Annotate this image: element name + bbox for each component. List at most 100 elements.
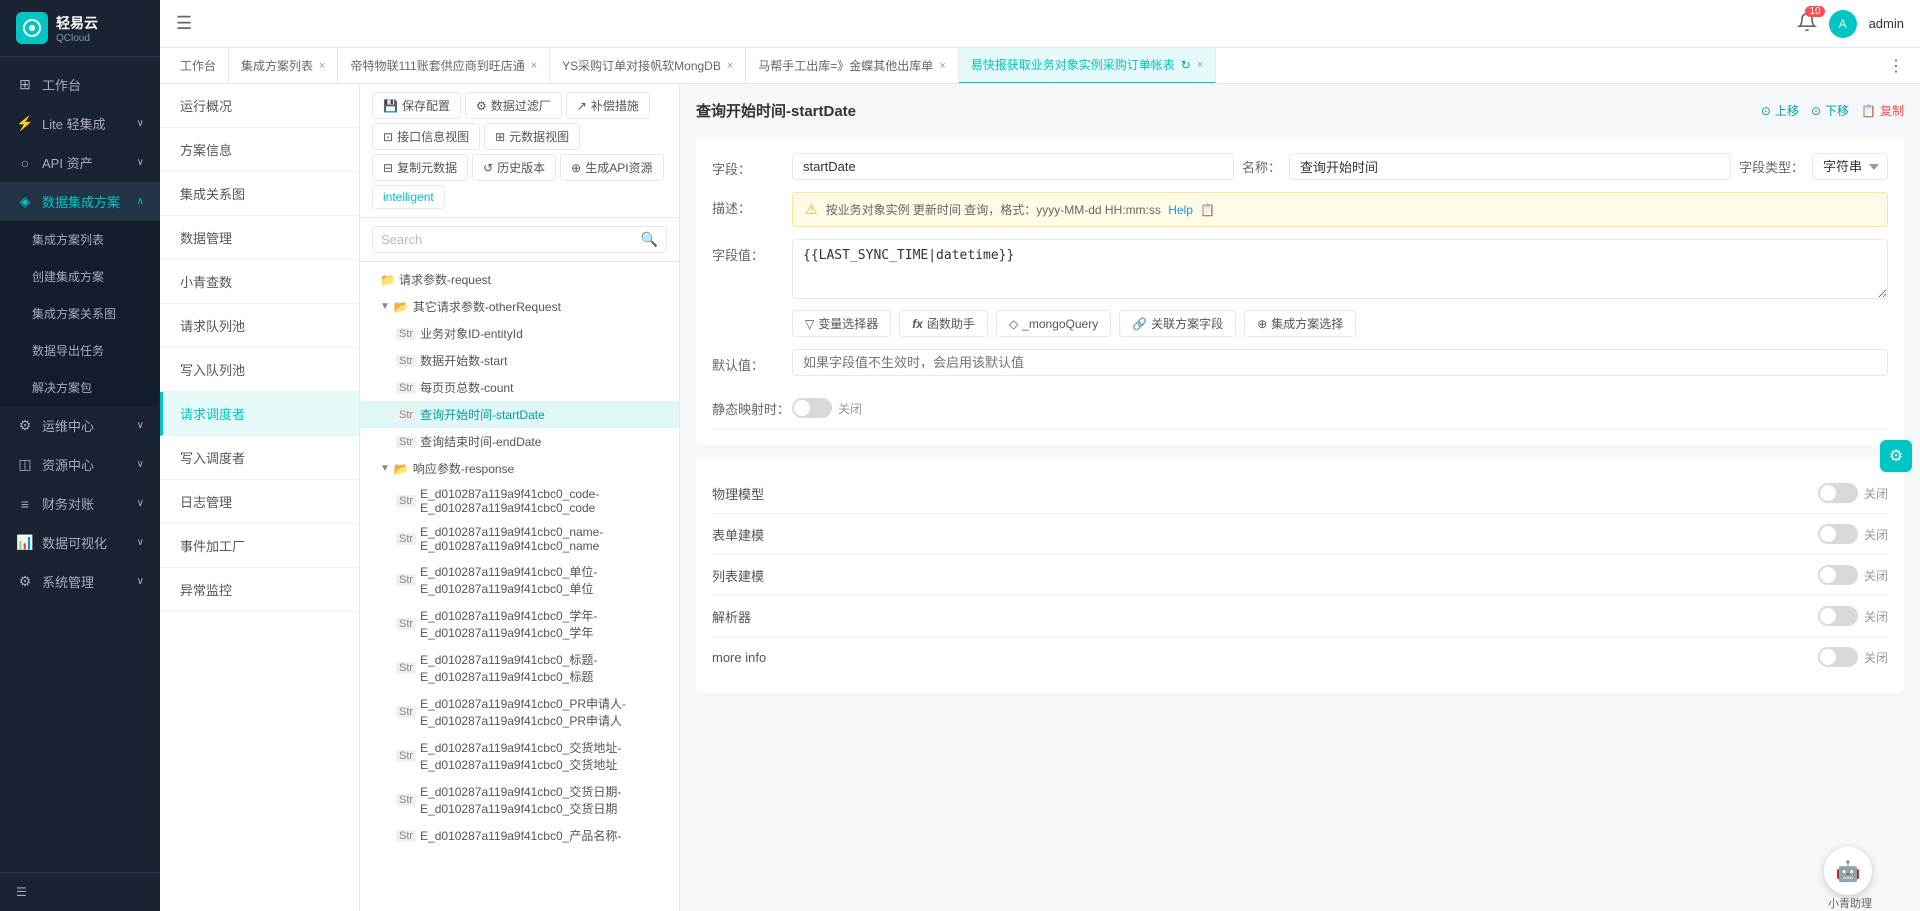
down-button[interactable]: ⊙ 下移 [1811,102,1849,119]
copy-field-button[interactable]: 📋 复制 [1861,102,1904,119]
tab-workbench[interactable]: 工作台 [168,48,229,84]
form-model-toggle[interactable] [1818,524,1858,544]
left-item-solution-info[interactable]: 方案信息 [160,128,359,172]
sidebar-label: 数据导出任务 [32,342,144,359]
item-label: E_d010287a119a9f41cbc0_标题-E_d010287a119a… [420,651,667,685]
left-item-request-dispatcher[interactable]: 请求调度者 [160,392,359,436]
sidebar-bottom[interactable]: ☰ [0,872,160,911]
left-item-xiaoming[interactable]: 小青查数 [160,260,359,304]
tree-item-count[interactable]: Str 每页页总数-count [360,374,679,401]
parser-toggle[interactable] [1818,606,1858,626]
meta-view-button[interactable]: ⊞ 元数据视图 [484,123,580,150]
tabs-more-icon[interactable]: ⋮ [1880,56,1912,76]
solution-select-button[interactable]: ⊕ 集成方案选择 [1244,310,1356,337]
warning-icon: ⚠ [805,201,818,218]
tree-item-delivery-date[interactable]: Str E_d010287a119a9f41cbc0_交货日期-E_d01028… [360,778,679,822]
tree-item-code[interactable]: Str E_d010287a119a9f41cbc0_code-E_d01028… [360,482,679,520]
tree-item-product-name[interactable]: Str E_d010287a119a9f41cbc0_产品名称- [360,822,679,849]
physical-toggle[interactable] [1818,483,1858,503]
left-item-log-mgmt[interactable]: 日志管理 [160,480,359,524]
sidebar-item-dataviz[interactable]: 📊 数据可视化 ∨ [0,523,160,562]
search-icon[interactable]: 🔍 [641,231,658,248]
history-button[interactable]: ↺ 历史版本 [472,154,556,181]
tab-close-icon[interactable]: × [319,60,325,72]
sidebar-sub-item-export[interactable]: 数据导出任务 [0,332,160,369]
mongo-query-button[interactable]: ◇ _mongoQuery [996,310,1111,337]
sidebar-item-sysmgmt[interactable]: ⚙ 系统管理 ∨ [0,562,160,601]
tab-close-icon[interactable]: × [727,60,733,72]
sidebar-item-resource[interactable]: ◫ 资源中心 ∨ [0,445,160,484]
tree-folder-request[interactable]: 📁 请求参数-request [360,266,679,293]
static-map-toggle[interactable] [792,398,832,418]
save-config-button[interactable]: 💾 保存配置 [372,92,461,119]
intelligent-button[interactable]: intelligent [372,185,445,209]
name-input[interactable] [1289,153,1731,180]
tree-item-delivery-addr[interactable]: Str E_d010287a119a9f41cbc0_交货地址-E_d01028… [360,734,679,778]
refresh-icon[interactable]: ↻ [1181,58,1191,72]
sidebar-item-lite[interactable]: ⚡ Lite 轻集成 ∨ [0,104,160,143]
search-input-wrap: 🔍 [372,226,667,253]
sidebar-item-ops[interactable]: ⚙ 运维中心 ∨ [0,406,160,445]
sidebar-item-api[interactable]: ○ API 资产 ∨ [0,143,160,182]
tree-folder-other-request[interactable]: ▼ 📂 其它请求参数-otherRequest [360,293,679,320]
value-textarea[interactable]: {{LAST_SYNC_TIME|datetime}} [792,239,1888,299]
type-select[interactable]: 字符串 数字 布尔 日期 [1812,153,1888,180]
tree-item-start[interactable]: Str 数据开始数-start [360,347,679,374]
related-field-button[interactable]: 🔗 关联方案字段 [1119,310,1236,337]
notification-bell[interactable]: 10 [1797,12,1817,35]
tab-close-icon[interactable]: × [531,60,537,72]
list-model-toggle[interactable] [1818,565,1858,585]
default-input[interactable] [792,349,1888,376]
tree-item-end-date[interactable]: Str 查询结束时间-endDate [360,428,679,455]
sidebar-sub-item-solution-list[interactable]: 集成方案列表 [0,221,160,258]
left-item-write-dispatcher[interactable]: 写入调度者 [160,436,359,480]
tree-item-name[interactable]: Str E_d010287a119a9f41cbc0_name-E_d01028… [360,520,679,558]
left-item-data-mgmt[interactable]: 数据管理 [160,216,359,260]
interface-map-button[interactable]: ⊡ 接口信息视图 [372,123,480,150]
func-helper-button[interactable]: fx 函数助手 [899,310,988,337]
copy-desc-icon[interactable]: 📋 [1200,203,1215,217]
up-button[interactable]: ⊙ 上移 [1761,102,1799,119]
left-item-integration-map[interactable]: 集成关系图 [160,172,359,216]
more-info-toggle[interactable] [1818,647,1858,667]
tab-diti[interactable]: 帝特物联111账套供应商到旺店通 × [338,48,550,84]
gen-api-button[interactable]: ⊕ 生成API资源 [560,154,663,181]
tab-maheng[interactable]: 马帮手工出库=》金蝶其他出库单 × [746,48,958,84]
field-input[interactable] [792,153,1234,180]
left-item-write-pool[interactable]: 写入队列池 [160,348,359,392]
help-link[interactable]: Help [1168,203,1193,217]
menu-toggle-icon[interactable]: ☰ [176,13,192,34]
data-filter-button[interactable]: ⚙ 数据过滤厂 [465,92,562,119]
value-input-wrap: {{LAST_SYNC_TIME|datetime}} ▽ 变量选择器 fx 函… [792,239,1888,337]
settings-fab-button[interactable]: ⚙ [1880,440,1912,472]
sidebar-item-finance[interactable]: ≡ 财务对账 ∨ [0,484,160,523]
sidebar-item-data-solution[interactable]: ◈ 数据集成方案 ∧ [0,182,160,221]
tab-close-icon[interactable]: × [939,60,945,72]
search-input[interactable] [381,232,641,247]
left-item-request-pool[interactable]: 请求队列池 [160,304,359,348]
tab-close-icon[interactable]: × [1197,59,1203,71]
sidebar-sub-item-create[interactable]: 创建集成方案 [0,258,160,295]
tree-item-unit[interactable]: Str E_d010287a119a9f41cbc0_单位-E_d010287a… [360,558,679,602]
sidebar-sub-item-pkg[interactable]: 解决方案包 [0,369,160,406]
assistant-button[interactable]: 🤖 [1824,847,1872,895]
save-icon: 💾 [383,99,398,113]
tree-item-pr-applicant[interactable]: Str E_d010287a119a9f41cbc0_PR申请人-E_d0102… [360,690,679,734]
left-item-anomaly[interactable]: 异常监控 [160,568,359,612]
tree-item-title[interactable]: Str E_d010287a119a9f41cbc0_标题-E_d010287a… [360,646,679,690]
compensate-button[interactable]: ↗ 补偿措施 [566,92,650,119]
tree-item-year[interactable]: Str E_d010287a119a9f41cbc0_学年-E_d010287a… [360,602,679,646]
tab-ys[interactable]: YS采购订单对接帆软MongDB × [550,48,746,84]
sidebar-item-workbench[interactable]: ⊞ 工作台 [0,65,160,104]
copy-data-button[interactable]: ⊟ 复制元数据 [372,154,468,181]
parser-text: 关闭 [1864,608,1888,625]
var-selector-button[interactable]: ▽ 变量选择器 [792,310,891,337]
left-item-overview[interactable]: 运行概况 [160,84,359,128]
tree-item-start-date[interactable]: Str 查询开始时间-startDate [360,401,679,428]
tree-folder-response[interactable]: ▼ 📂 响应参数-response [360,455,679,482]
sidebar-sub-item-rel[interactable]: 集成方案关系图 [0,295,160,332]
tab-yikuai[interactable]: 易快报获取业务对象实例采购订单帐表 ↻ × [959,48,1217,84]
tree-item-entity-id[interactable]: Str 业务对象ID-entityId [360,320,679,347]
tab-solution-list[interactable]: 集成方案列表 × [229,48,338,84]
left-item-event-factory[interactable]: 事件加工厂 [160,524,359,568]
